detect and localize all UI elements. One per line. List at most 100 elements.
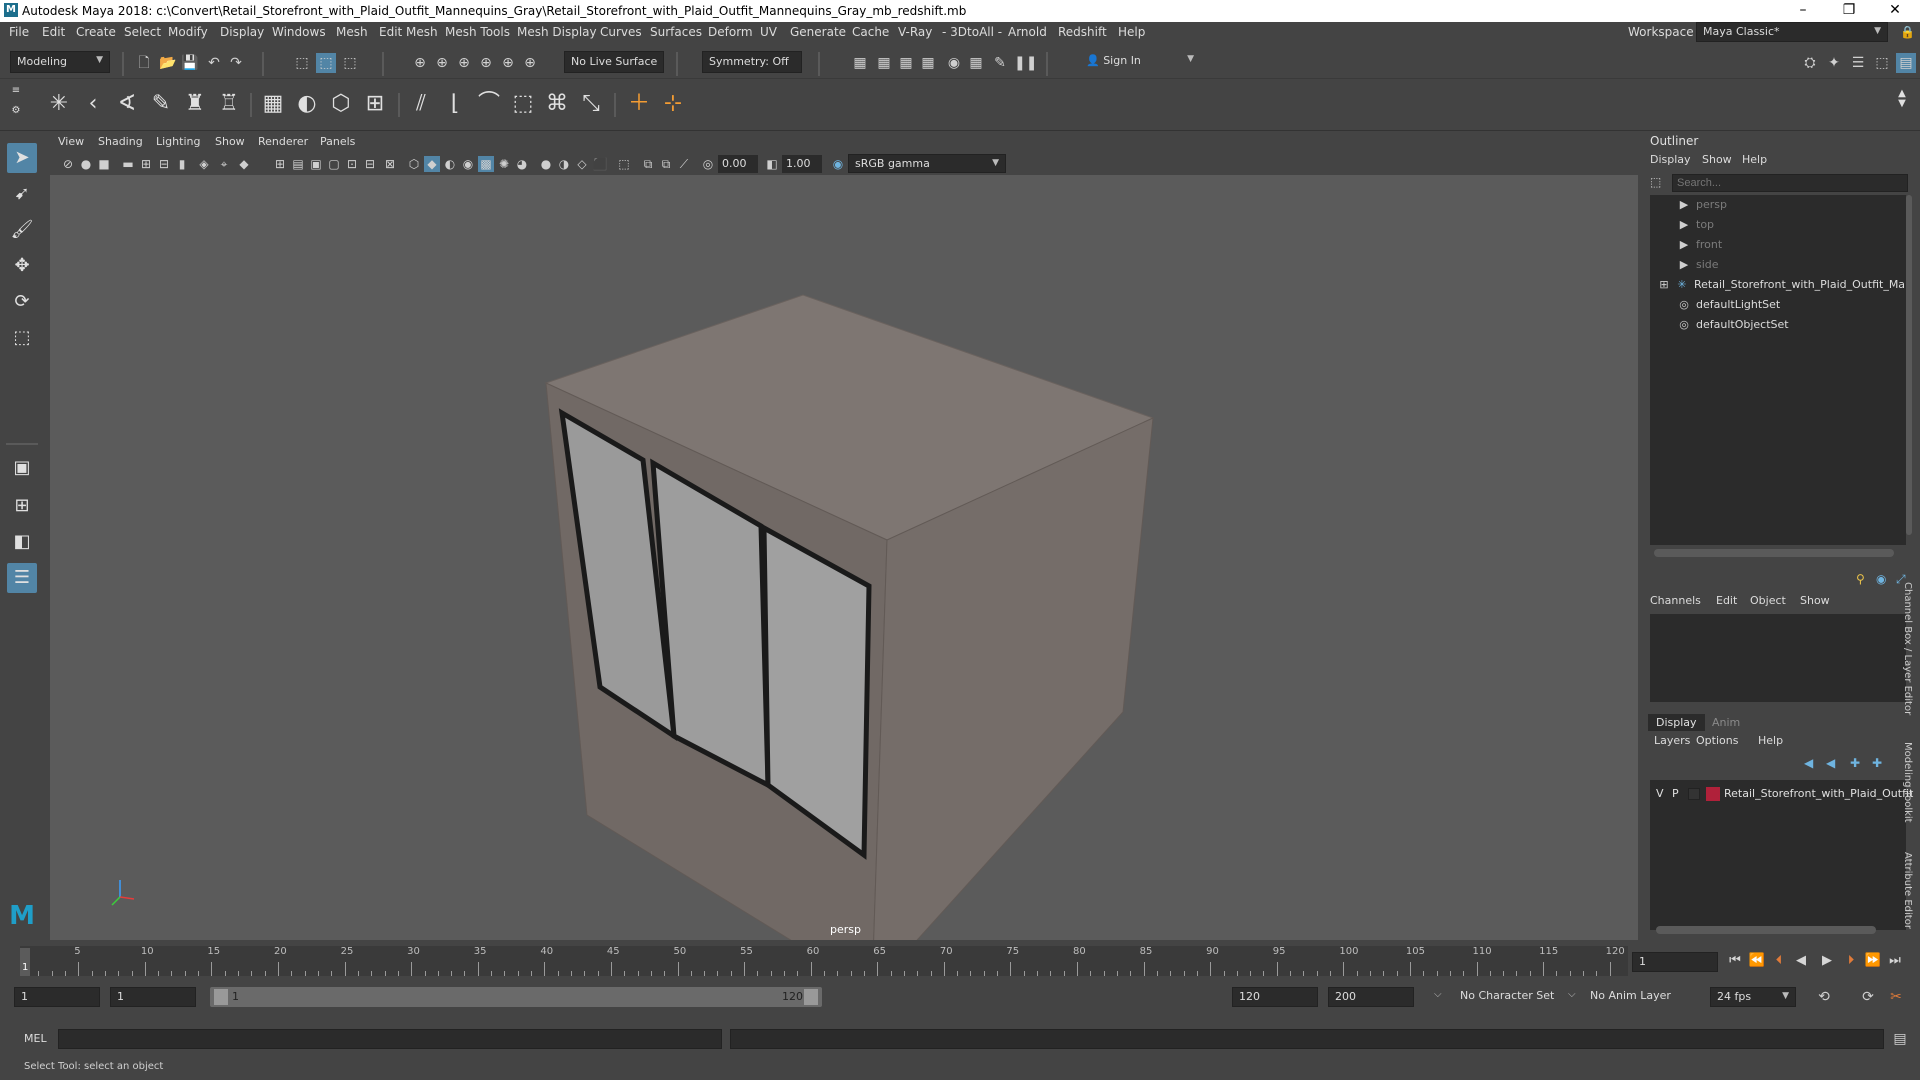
playback-end-field[interactable]: 120	[1232, 987, 1318, 1007]
move-layer-down-icon[interactable]: ◀	[1826, 756, 1835, 770]
scene-end-field[interactable]: 200	[1328, 987, 1414, 1007]
hypershade-icon[interactable]: ◉	[944, 53, 964, 73]
menu-create[interactable]: Create	[76, 25, 116, 39]
shelf-menu-icon[interactable]: ≡	[8, 83, 24, 99]
move-layer-up-icon[interactable]: ◀	[1804, 756, 1813, 770]
auto-key-icon[interactable]: ⟳	[1858, 987, 1878, 1007]
layer-row[interactable]: V P Retail_Storefront_with_Plaid_Outfit	[1650, 784, 1913, 804]
gamma-icon[interactable]: ◧	[764, 156, 780, 172]
render-settings-icon[interactable]: ▦	[918, 53, 938, 73]
symmetry-field[interactable]: Symmetry: Off	[702, 51, 802, 73]
snap-surface-icon[interactable]: ⊕	[498, 53, 518, 73]
wireframe-on-shaded-icon[interactable]: ▢	[326, 156, 342, 172]
xray-active-icon[interactable]: ⧉	[658, 156, 674, 172]
play-forwards-icon[interactable]: ▶	[1818, 952, 1836, 970]
viewport-persp[interactable]: persp	[50, 175, 1638, 940]
attribute-editor-icon[interactable]: ☰	[1848, 53, 1868, 73]
filter-icon[interactable]: ⬚	[1650, 175, 1666, 191]
depth-of-field-icon[interactable]: ◕	[514, 156, 530, 172]
xray-icon[interactable]: ⬡	[406, 156, 422, 172]
range-slider[interactable]: 1 120	[210, 987, 822, 1007]
menu-mesh-tools[interactable]: Mesh Tools	[445, 25, 510, 39]
isolate-select-icon[interactable]: ⬚	[616, 156, 632, 172]
panel-menu-lighting[interactable]: Lighting	[156, 135, 200, 148]
xray-joints-icon[interactable]: ⧉	[640, 156, 656, 172]
side-tab-attribute-editor[interactable]: Attribute Editor	[1902, 852, 1913, 929]
shaded-cube-icon[interactable]: ◆	[424, 156, 440, 172]
layers-menu-help[interactable]: Help	[1758, 734, 1783, 747]
live-surface-field[interactable]: No Live Surface	[564, 51, 664, 73]
pencil-curve-icon[interactable]: ✎	[146, 89, 176, 119]
ep-curve-icon[interactable]: ∢	[112, 89, 142, 119]
safe-action-icon[interactable]: ◆	[236, 156, 252, 172]
field-chart-icon[interactable]: ⌖	[216, 156, 232, 172]
lights-icon[interactable]: ⊟	[362, 156, 378, 172]
extrude-icon[interactable]: ⫽	[406, 89, 436, 119]
mode-dropdown[interactable]: Modeling ▼	[10, 51, 110, 73]
render-sequence-icon[interactable]: ▦	[874, 53, 894, 73]
menu-uv[interactable]: UV	[760, 25, 777, 39]
curve-tool-icon[interactable]: ‹	[78, 89, 108, 119]
outliner-search-input[interactable]	[1672, 174, 1908, 192]
rotate-tool-icon[interactable]: ⟳	[7, 287, 37, 317]
render-frame-icon[interactable]: ▦	[850, 53, 870, 73]
menu-mesh-display[interactable]: Mesh Display	[517, 25, 597, 39]
panel-menu-show[interactable]: Show	[215, 135, 245, 148]
outliner-item-persp[interactable]: ▶ persp	[1676, 195, 1920, 215]
shelf-scroll-icon[interactable]: ▲ ▼	[1894, 89, 1910, 119]
anim-layer-chevron-icon[interactable]: ⌵	[1568, 989, 1576, 1000]
range-end-handle[interactable]	[804, 989, 818, 1005]
open-scene-icon[interactable]: 📂	[158, 53, 178, 73]
default-material-icon[interactable]: ▣	[308, 156, 324, 172]
sculpt-star-icon[interactable]: ✳	[44, 89, 74, 119]
scene-start-field[interactable]: 1	[14, 987, 100, 1007]
shelf-settings-icon[interactable]: ⚙	[8, 103, 24, 119]
close-button[interactable]: ✕	[1872, 0, 1918, 22]
snap-curve-icon[interactable]: ⊕	[432, 53, 452, 73]
grid-mesh-icon[interactable]: ▦	[258, 89, 288, 119]
image-plane-icon[interactable]: ▬	[120, 156, 136, 172]
grid-toggle-icon[interactable]: ⊞	[138, 156, 154, 172]
new-layer-selected-icon[interactable]: ✚	[1872, 756, 1882, 770]
isolate-icon[interactable]: ◐	[442, 156, 458, 172]
outliner-vertical-scrollbar[interactable]	[1906, 195, 1912, 535]
new-scene-icon[interactable]: 🗋	[134, 53, 154, 73]
snap-grid-icon[interactable]: ⊕	[410, 53, 430, 73]
outliner-menu-help[interactable]: Help	[1742, 153, 1767, 166]
channels-menu-channels[interactable]: Channels	[1650, 594, 1701, 607]
outliner-menu-display[interactable]: Display	[1650, 153, 1691, 166]
modeling-toolkit-icon[interactable]: ⛭	[1800, 53, 1820, 73]
shadows-icon[interactable]: ⊠	[382, 156, 398, 172]
tab-anim[interactable]: Anim	[1704, 714, 1748, 731]
append-icon[interactable]: ⬚	[508, 89, 538, 119]
select-tool-icon[interactable]: ➤	[7, 143, 37, 173]
playback-start-field[interactable]: 1	[110, 987, 196, 1007]
undo-icon[interactable]: ↶	[204, 53, 224, 73]
persp-outliner-icon[interactable]: ◧	[7, 527, 37, 557]
command-input[interactable]	[58, 1029, 722, 1049]
color-management-icon[interactable]: ◉	[830, 156, 846, 172]
outliner-item-top[interactable]: ▶ top	[1676, 215, 1920, 235]
anim-prefs-icon[interactable]: ✂	[1886, 987, 1906, 1007]
outliner-horizontal-scrollbar[interactable]	[1654, 549, 1894, 557]
character-set-label[interactable]: No Character Set	[1460, 989, 1554, 1002]
menu-curves[interactable]: Curves	[600, 25, 642, 39]
channel-key-icon[interactable]: ⚲	[1856, 572, 1865, 586]
panel-menu-renderer[interactable]: Renderer	[258, 135, 308, 148]
menu-edit[interactable]: Edit	[42, 25, 65, 39]
anim-layer-label[interactable]: No Anim Layer	[1590, 989, 1671, 1002]
render-setup-icon[interactable]: ✎	[990, 53, 1010, 73]
workspace-dropdown[interactable]: Maya Classic* ▼	[1696, 22, 1888, 42]
four-view-icon[interactable]: ⊞	[7, 491, 37, 521]
gate-mask-icon[interactable]: ◈	[196, 156, 212, 172]
tool-settings-icon[interactable]: ⬚	[1872, 53, 1892, 73]
gamma-field[interactable]: 1.00	[782, 155, 822, 173]
camera-lock-icon[interactable]: ●	[78, 156, 94, 172]
menu-display[interactable]: Display	[220, 25, 264, 39]
exposure-icon[interactable]: ◎	[700, 156, 716, 172]
step-forward-frame-icon[interactable]: ⏵	[1842, 952, 1860, 970]
menu-help[interactable]: Help	[1118, 25, 1145, 39]
redo-icon[interactable]: ↷	[226, 53, 246, 73]
script-editor-icon[interactable]: ▤	[1890, 1029, 1910, 1049]
menu-mesh[interactable]: Mesh	[336, 25, 368, 39]
